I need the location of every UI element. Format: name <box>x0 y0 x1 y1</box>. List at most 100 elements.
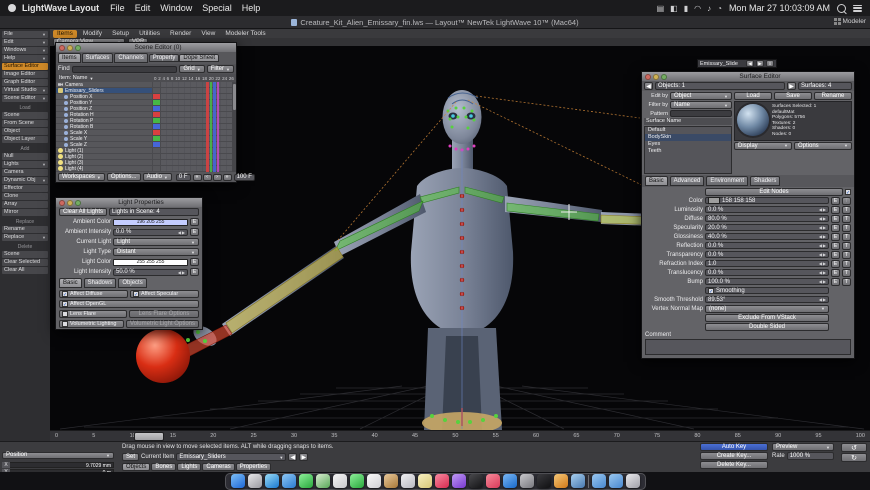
dock-icon-lightwave-modeler[interactable] <box>571 474 585 488</box>
stepper-arrows[interactable]: ◀▶ <box>178 230 185 235</box>
vertex-normal-dropdown[interactable]: (none) ▼ <box>705 305 829 313</box>
dock-icon-facetime[interactable] <box>350 474 364 488</box>
sidebar-item-clear-all[interactable]: Clear All <box>2 267 48 274</box>
envelope-button[interactable]: E <box>831 233 840 241</box>
tab-view[interactable]: View <box>197 30 219 38</box>
stepper-right-icon[interactable]: ▶ <box>823 243 826 248</box>
stepper-arrows[interactable]: ◀▶ <box>819 261 826 266</box>
edit-by-dropdown[interactable]: Object ▼ <box>670 92 732 100</box>
dope-sheet-cell[interactable] <box>161 148 236 153</box>
scene-rtab-dope-sheet[interactable]: Dope Sheet <box>179 54 219 62</box>
texture-button[interactable]: T <box>842 251 851 259</box>
redo-button[interactable]: ↻ <box>841 453 867 462</box>
dock-icon-appstore[interactable] <box>503 474 517 488</box>
stepper-right-icon[interactable]: ▶ <box>823 234 826 239</box>
light-tab-basic[interactable]: Basic <box>59 278 82 288</box>
control-center-icon[interactable] <box>853 5 862 12</box>
position-dropdown[interactable]: Position ▼ <box>2 452 114 459</box>
close-icon[interactable] <box>645 74 651 80</box>
menu-window[interactable]: Window <box>160 3 192 13</box>
stepper-arrows[interactable]: ◀▶ <box>819 216 826 221</box>
prev-item-button[interactable]: ◀ <box>288 453 297 461</box>
surface-preview-sphere[interactable] <box>737 104 769 136</box>
exclude-vstack-button[interactable]: Exclude From VStack <box>705 314 829 322</box>
position-field-x[interactable]: X9.7029 mm <box>2 462 114 468</box>
undo-button[interactable]: ↺ <box>841 443 867 452</box>
light-tab-shadows[interactable]: Shadows <box>84 278 117 288</box>
double-sided-button[interactable]: Double Sided <box>705 323 829 331</box>
sidebar-item-mirror[interactable]: Mirror <box>2 209 48 216</box>
sidebar-item-scene-editor[interactable]: Scene Editor▼ <box>2 95 48 102</box>
stepper-left-icon[interactable]: ◀ <box>819 243 822 248</box>
texture-button[interactable]: T <box>842 260 851 268</box>
save-button[interactable]: Save <box>774 92 812 100</box>
menu-file[interactable]: File <box>110 3 125 13</box>
create-key-button[interactable]: Create Key... <box>700 452 768 460</box>
mode-button-properties[interactable]: Properties <box>236 463 271 471</box>
light-type-dropdown[interactable]: Distant ▼ <box>113 248 199 256</box>
light-tab-objects[interactable]: Objects <box>118 278 146 288</box>
sidebar-item-null[interactable]: Null <box>2 153 48 160</box>
checkbox-affect-diffuse[interactable]: ✓Affect Diffuse <box>59 290 128 298</box>
stepper-left-icon[interactable]: ◀ <box>819 261 822 266</box>
stepper-left-icon[interactable]: ◀ <box>819 279 822 284</box>
next-object-button[interactable]: ▶ <box>787 82 796 90</box>
current-item-dropdown[interactable]: Emissary_Sliders ▼ <box>176 453 286 461</box>
texture-button[interactable]: T <box>842 215 851 223</box>
sidebar-item-object[interactable]: Object <box>2 128 48 135</box>
envelope-button[interactable]: E <box>831 278 840 286</box>
sidebar-item-virtual-studio[interactable]: Virtual Studio▼ <box>2 87 48 94</box>
texture-button[interactable]: T <box>842 206 851 214</box>
delete-key-button[interactable]: Delete Key... <box>700 461 768 469</box>
sidebar-item-clear-selected[interactable]: Clear Selected <box>2 259 48 266</box>
surface-list-item-teeth[interactable]: Teeth <box>645 148 731 155</box>
sidebar-item-replace[interactable]: Replace▼ <box>2 234 48 241</box>
dock-icon-photos[interactable] <box>333 474 347 488</box>
stepper-right-icon[interactable]: ▶ <box>823 216 826 221</box>
auto-key-button[interactable]: Auto Key <box>700 443 768 451</box>
clear-all-lights-button[interactable]: Clear All Lights <box>59 208 107 216</box>
current-light-dropdown[interactable]: Light ▼ <box>113 238 199 246</box>
jump-end-icon[interactable]: » <box>223 174 232 181</box>
envelope-button[interactable]: E <box>831 224 840 232</box>
tab-utilities[interactable]: Utilities <box>135 30 164 38</box>
dock-icon-music[interactable] <box>435 474 449 488</box>
light-intensity-field[interactable]: 50.0 % ◀▶ <box>113 269 188 276</box>
close-icon[interactable] <box>59 200 65 206</box>
sidebar-item-dynamic-obj[interactable]: Dynamic Obj▼ <box>2 177 48 184</box>
sidebar-item-array[interactable]: Array <box>2 201 48 208</box>
tab-render[interactable]: Render <box>166 30 195 38</box>
sliders-widget[interactable]: Emissary_Slide ◀ ▶ ≡ <box>697 59 777 68</box>
tab-setup[interactable]: Setup <box>108 30 133 38</box>
sidebar-item-file[interactable]: File▼ <box>2 31 48 38</box>
dock-icon-messages[interactable] <box>299 474 313 488</box>
envelope-button[interactable]: E <box>831 215 840 223</box>
close-icon[interactable] <box>59 45 65 51</box>
dope-sheet-cell[interactable] <box>161 136 236 141</box>
param-value-field[interactable]: 20.0 %◀▶ <box>705 224 829 231</box>
minimize-icon[interactable] <box>653 74 659 80</box>
options-button[interactable]: Options... <box>107 173 141 181</box>
dope-sheet-cell[interactable] <box>161 94 236 99</box>
volume-icon[interactable]: ♪ <box>707 4 711 13</box>
stepper-arrows[interactable]: ◀▶ <box>819 279 826 284</box>
load-button[interactable]: Load <box>734 92 772 100</box>
menu-help[interactable]: Help <box>242 3 261 13</box>
grid-dropdown[interactable]: Grid ▼ <box>179 65 204 73</box>
sidebar-item-object-layer[interactable]: Object Layer <box>2 136 48 143</box>
stepper-left-icon[interactable]: ◀ <box>819 216 822 221</box>
clock-icon[interactable]: ◔ <box>717 4 722 13</box>
tab-modeler-tools[interactable]: Modeler Tools <box>221 30 269 38</box>
keyboard-icon[interactable]: ▤ <box>657 4 665 13</box>
stepper-left-icon[interactable]: ◀ <box>819 225 822 230</box>
filter-dropdown[interactable]: Filter ▼ <box>207 65 234 73</box>
param-value-field[interactable]: 0.0 %◀▶ <box>705 251 829 258</box>
pattern-input[interactable] <box>670 110 732 117</box>
dope-sheet-cell[interactable] <box>161 154 236 159</box>
envelope-button[interactable]: E <box>831 260 840 268</box>
sidebar-item-lights[interactable]: Lights▼ <box>2 161 48 168</box>
envelope-button[interactable]: E <box>190 228 199 236</box>
lens-flare-options-button[interactable]: Lens Flare Options <box>129 310 199 318</box>
volumetric-light-options-button[interactable]: Volumetric Light Options <box>126 320 199 328</box>
dock-icon-system-preferences[interactable] <box>520 474 534 488</box>
